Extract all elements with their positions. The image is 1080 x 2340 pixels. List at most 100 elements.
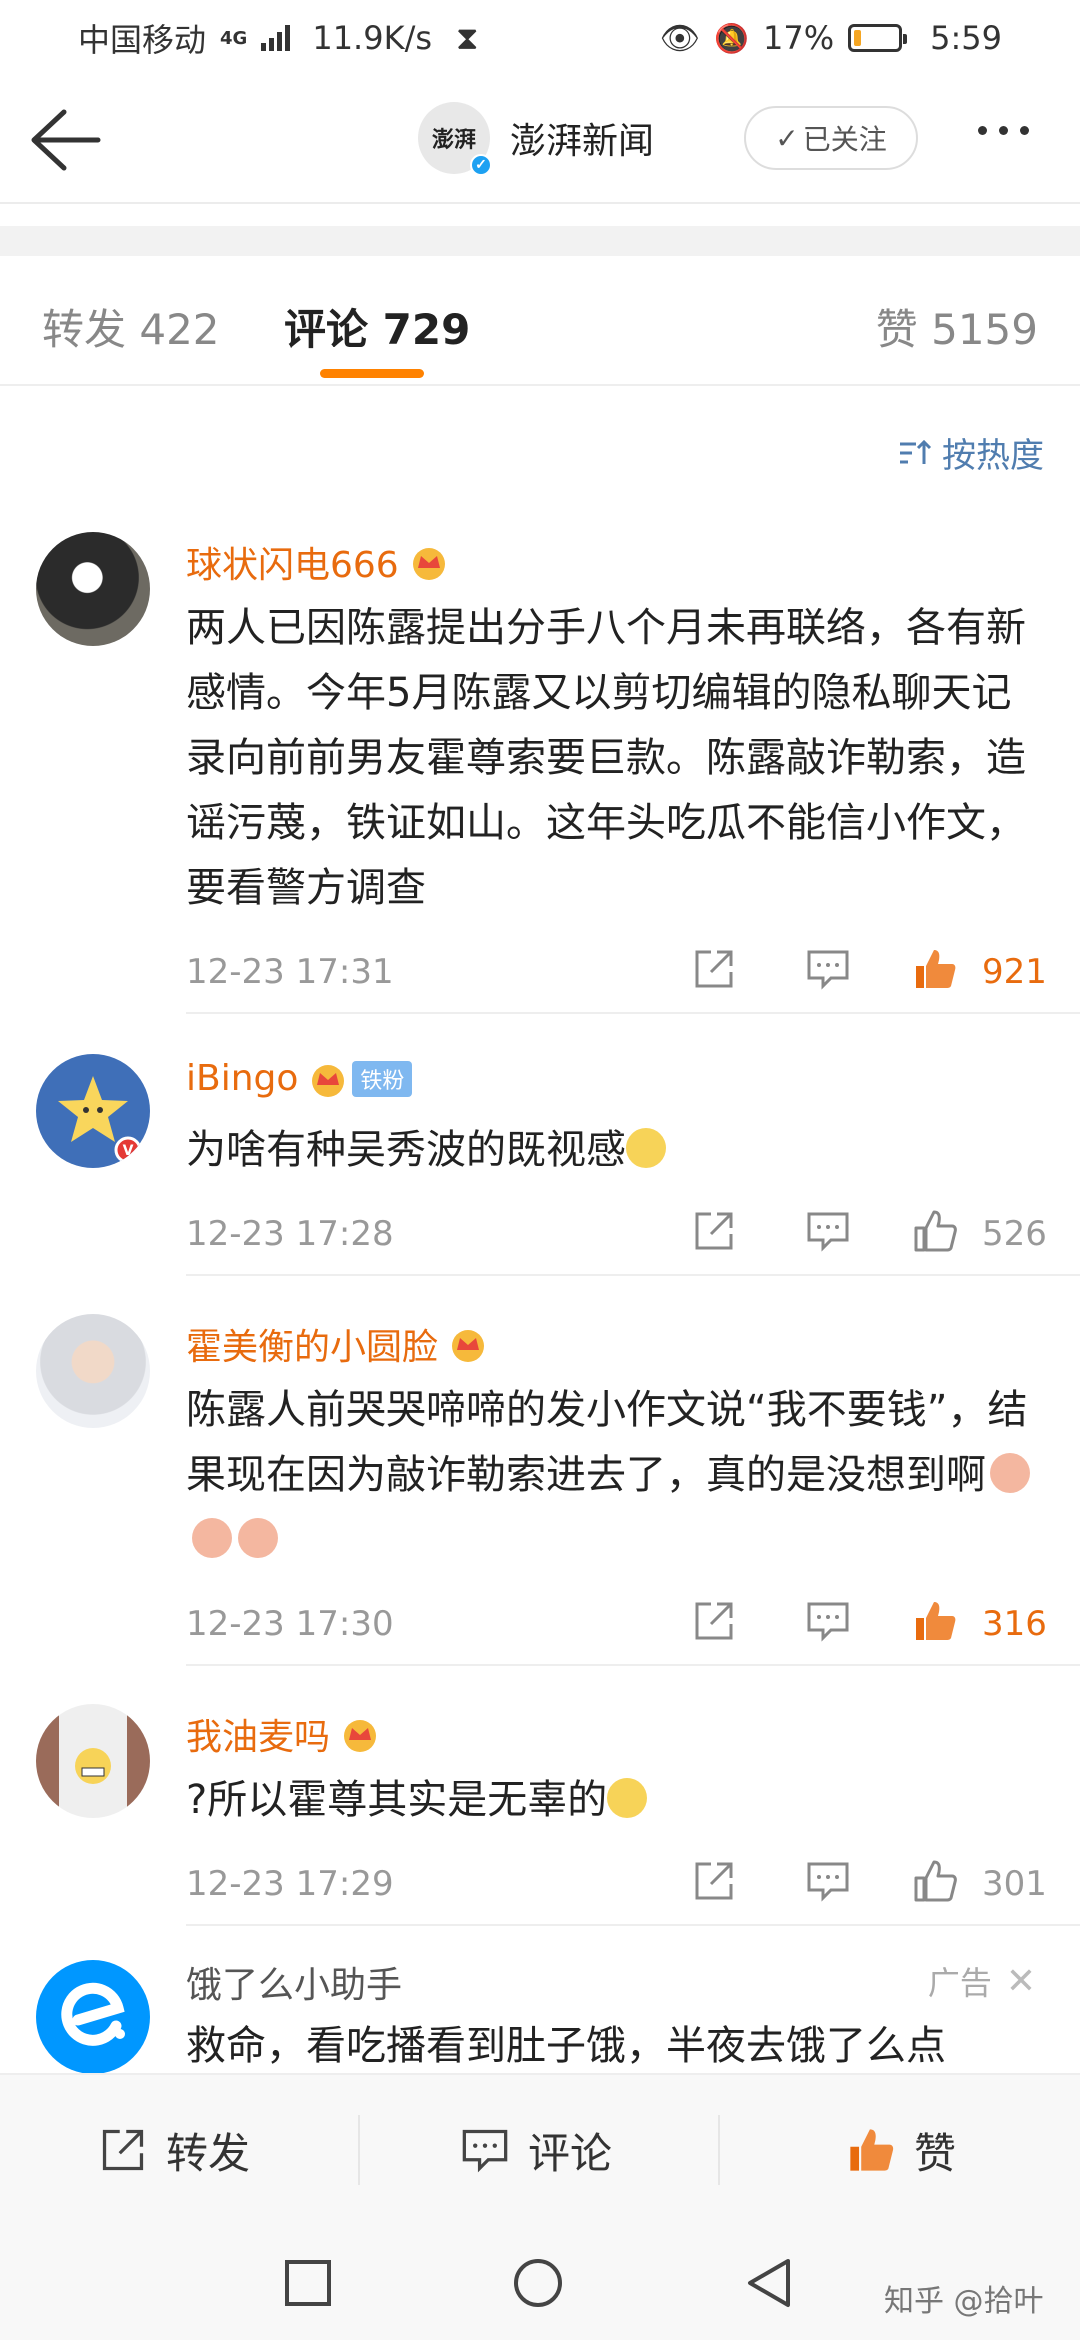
share-icon <box>102 2129 144 2171</box>
ad-text: 救命，看吃播看到肚子饿，半夜去饿了么点 <box>186 2023 946 2069</box>
comment-divider <box>186 1664 1080 1666</box>
repost-label: 转发 <box>166 2128 251 2178</box>
bottom-action-bar: 转发 评论 赞 <box>0 2073 1080 2223</box>
like-icon[interactable] <box>912 946 958 992</box>
comment-meta: 12-23 17:30 316 <box>186 1598 1050 1648</box>
eye-icon: 👁 <box>659 19 701 57</box>
home-icon[interactable] <box>512 2257 564 2309</box>
recents-icon[interactable] <box>284 2259 332 2307</box>
comment-text: 陈露人前哭哭啼啼的发小作文说“我不要钱”，结果现在因为敲诈勒索进去了，真的是没想… <box>186 1378 1050 1573</box>
sort-button[interactable]: 按热度 <box>898 428 1044 477</box>
comment-icon[interactable] <box>805 946 851 992</box>
comment-time: 12-23 17:29 <box>186 1864 394 1904</box>
back-arrow-icon[interactable] <box>26 102 104 178</box>
crown-icon <box>344 1720 377 1752</box>
account-name[interactable]: 澎湃新闻 <box>510 112 654 164</box>
ad-name[interactable]: 饿了么小助手 <box>186 1956 402 2008</box>
ad-label-text: 广告 <box>927 1964 992 2002</box>
like-button[interactable]: 赞 <box>846 2075 956 2225</box>
fan-badge: 铁粉 <box>352 1060 413 1097</box>
account-avatar[interactable]: 澎湃 ✓ <box>418 102 492 176</box>
network-speed: 11.9K/s <box>312 19 433 57</box>
avatar[interactable]: V <box>36 1054 150 1168</box>
comment-icon[interactable] <box>805 1598 851 1644</box>
like-icon <box>850 2129 894 2171</box>
close-icon[interactable]: ✕ <box>1006 1961 1036 2002</box>
comment-text-body: ?所以霍尊其实是无辜的 <box>186 1777 608 1823</box>
emoji-icon <box>238 1518 278 1558</box>
repost-button[interactable]: 转发 <box>98 2075 250 2225</box>
crown-icon <box>312 1064 345 1097</box>
share-icon[interactable] <box>691 946 737 992</box>
comment-text-body: 陈露人前哭哭啼啼的发小作文说“我不要钱”，结果现在因为敲诈勒索进去了，真的是没想… <box>186 1387 1028 1498</box>
sort-label: 按热度 <box>942 436 1044 476</box>
battery-icon <box>848 24 908 52</box>
follow-label: 已关注 <box>802 123 887 156</box>
comment-username[interactable]: 我油麦吗 <box>186 1708 380 1760</box>
avatar-logo-text: 澎湃 <box>431 127 476 153</box>
battery-percent: 17% <box>763 19 835 57</box>
like-count: 921 <box>982 952 1047 992</box>
like-icon[interactable] <box>912 1598 958 1644</box>
sort-icon <box>900 439 932 464</box>
like-icon[interactable] <box>912 1208 958 1254</box>
mute-bell-icon: 🔕 <box>714 21 750 55</box>
comment-time: 12-23 17:31 <box>186 952 394 992</box>
comment-meta: 12-23 17:31 921 <box>186 946 1050 996</box>
comment-label: 评论 <box>528 2128 613 2178</box>
comment-text: 为啥有种吴秀波的既视感 <box>186 1118 1050 1183</box>
account-info[interactable]: 澎湃 ✓ 澎湃新闻 <box>418 102 654 176</box>
username-text: 我油麦吗 <box>186 1717 331 1758</box>
eleme-logo-icon <box>61 1982 125 2046</box>
more-options-icon[interactable] <box>978 116 1029 145</box>
verified-icon: ✓ <box>470 154 492 176</box>
like-icon[interactable] <box>912 1858 958 1904</box>
grimace-avatar-icon <box>75 1748 111 1784</box>
share-icon[interactable] <box>691 1858 737 1904</box>
back-nav-icon[interactable] <box>744 2257 794 2309</box>
share-icon[interactable] <box>691 1208 737 1254</box>
comment-text-body: 为啥有种吴秀波的既视感 <box>186 1127 626 1173</box>
comment-username[interactable]: 球状闪电666 <box>186 536 449 588</box>
comment-text: 两人已因陈露提出分手八个月未再联络，各有新感情。今年5月陈露又以剪切编辑的隐私聊… <box>186 605 1026 911</box>
like-count: 301 <box>982 1864 1047 1904</box>
top-nav: 澎湃 ✓ 澎湃新闻 ✓ 已关注 <box>0 76 1080 204</box>
tab-comments[interactable]: 评论 729 <box>284 296 470 357</box>
emoji-icon <box>990 1453 1030 1493</box>
comment-username[interactable]: 霍美衡的小圆脸 <box>186 1318 488 1370</box>
tab-repost[interactable]: 转发 422 <box>42 296 220 357</box>
comment-username[interactable]: iBingo 铁粉 <box>186 1058 413 1099</box>
avatar[interactable] <box>36 1314 150 1428</box>
signal-icon <box>261 25 291 51</box>
comment-meta: 12-23 17:28 526 <box>186 1208 1050 1258</box>
avatar[interactable] <box>36 1704 150 1818</box>
clock: 5:59 <box>930 19 1002 57</box>
thinking-emoji-icon <box>626 1128 666 1168</box>
watermark: 知乎 @拾叶 <box>884 2284 1044 2319</box>
tab-bar: 转发 422 评论 729 赞 5159 <box>0 256 1080 386</box>
comment-icon[interactable] <box>805 1858 851 1904</box>
username-text: 霍美衡的小圆脸 <box>186 1327 439 1368</box>
follow-button[interactable]: ✓ 已关注 <box>744 106 918 170</box>
tab-likes[interactable]: 赞 5159 <box>876 296 1038 357</box>
comment-icon[interactable] <box>805 1208 851 1254</box>
comment-text: ?所以霍尊其实是无辜的 <box>186 1768 1050 1833</box>
comment-time: 12-23 17:28 <box>186 1214 394 1254</box>
like-count: 526 <box>982 1214 1047 1254</box>
hourglass-icon: ⧗ <box>456 18 479 57</box>
tab-indicator <box>320 369 424 378</box>
check-icon: ✓ <box>775 121 799 155</box>
comment-time: 12-23 17:30 <box>186 1604 394 1644</box>
avatar[interactable] <box>36 532 150 646</box>
like-count: 316 <box>982 1604 1047 1644</box>
section-gap <box>0 226 1080 256</box>
username-text: iBingo <box>186 1058 299 1099</box>
svg-text:V: V <box>123 1143 134 1159</box>
emoji-icon <box>192 1518 232 1558</box>
crown-icon <box>452 1330 485 1362</box>
star-avatar-icon: V <box>58 1076 142 1164</box>
comment-divider <box>186 1924 1080 1926</box>
comment-button[interactable]: 评论 <box>460 2075 612 2225</box>
share-icon[interactable] <box>691 1598 737 1644</box>
ad-avatar[interactable] <box>36 1960 150 2074</box>
